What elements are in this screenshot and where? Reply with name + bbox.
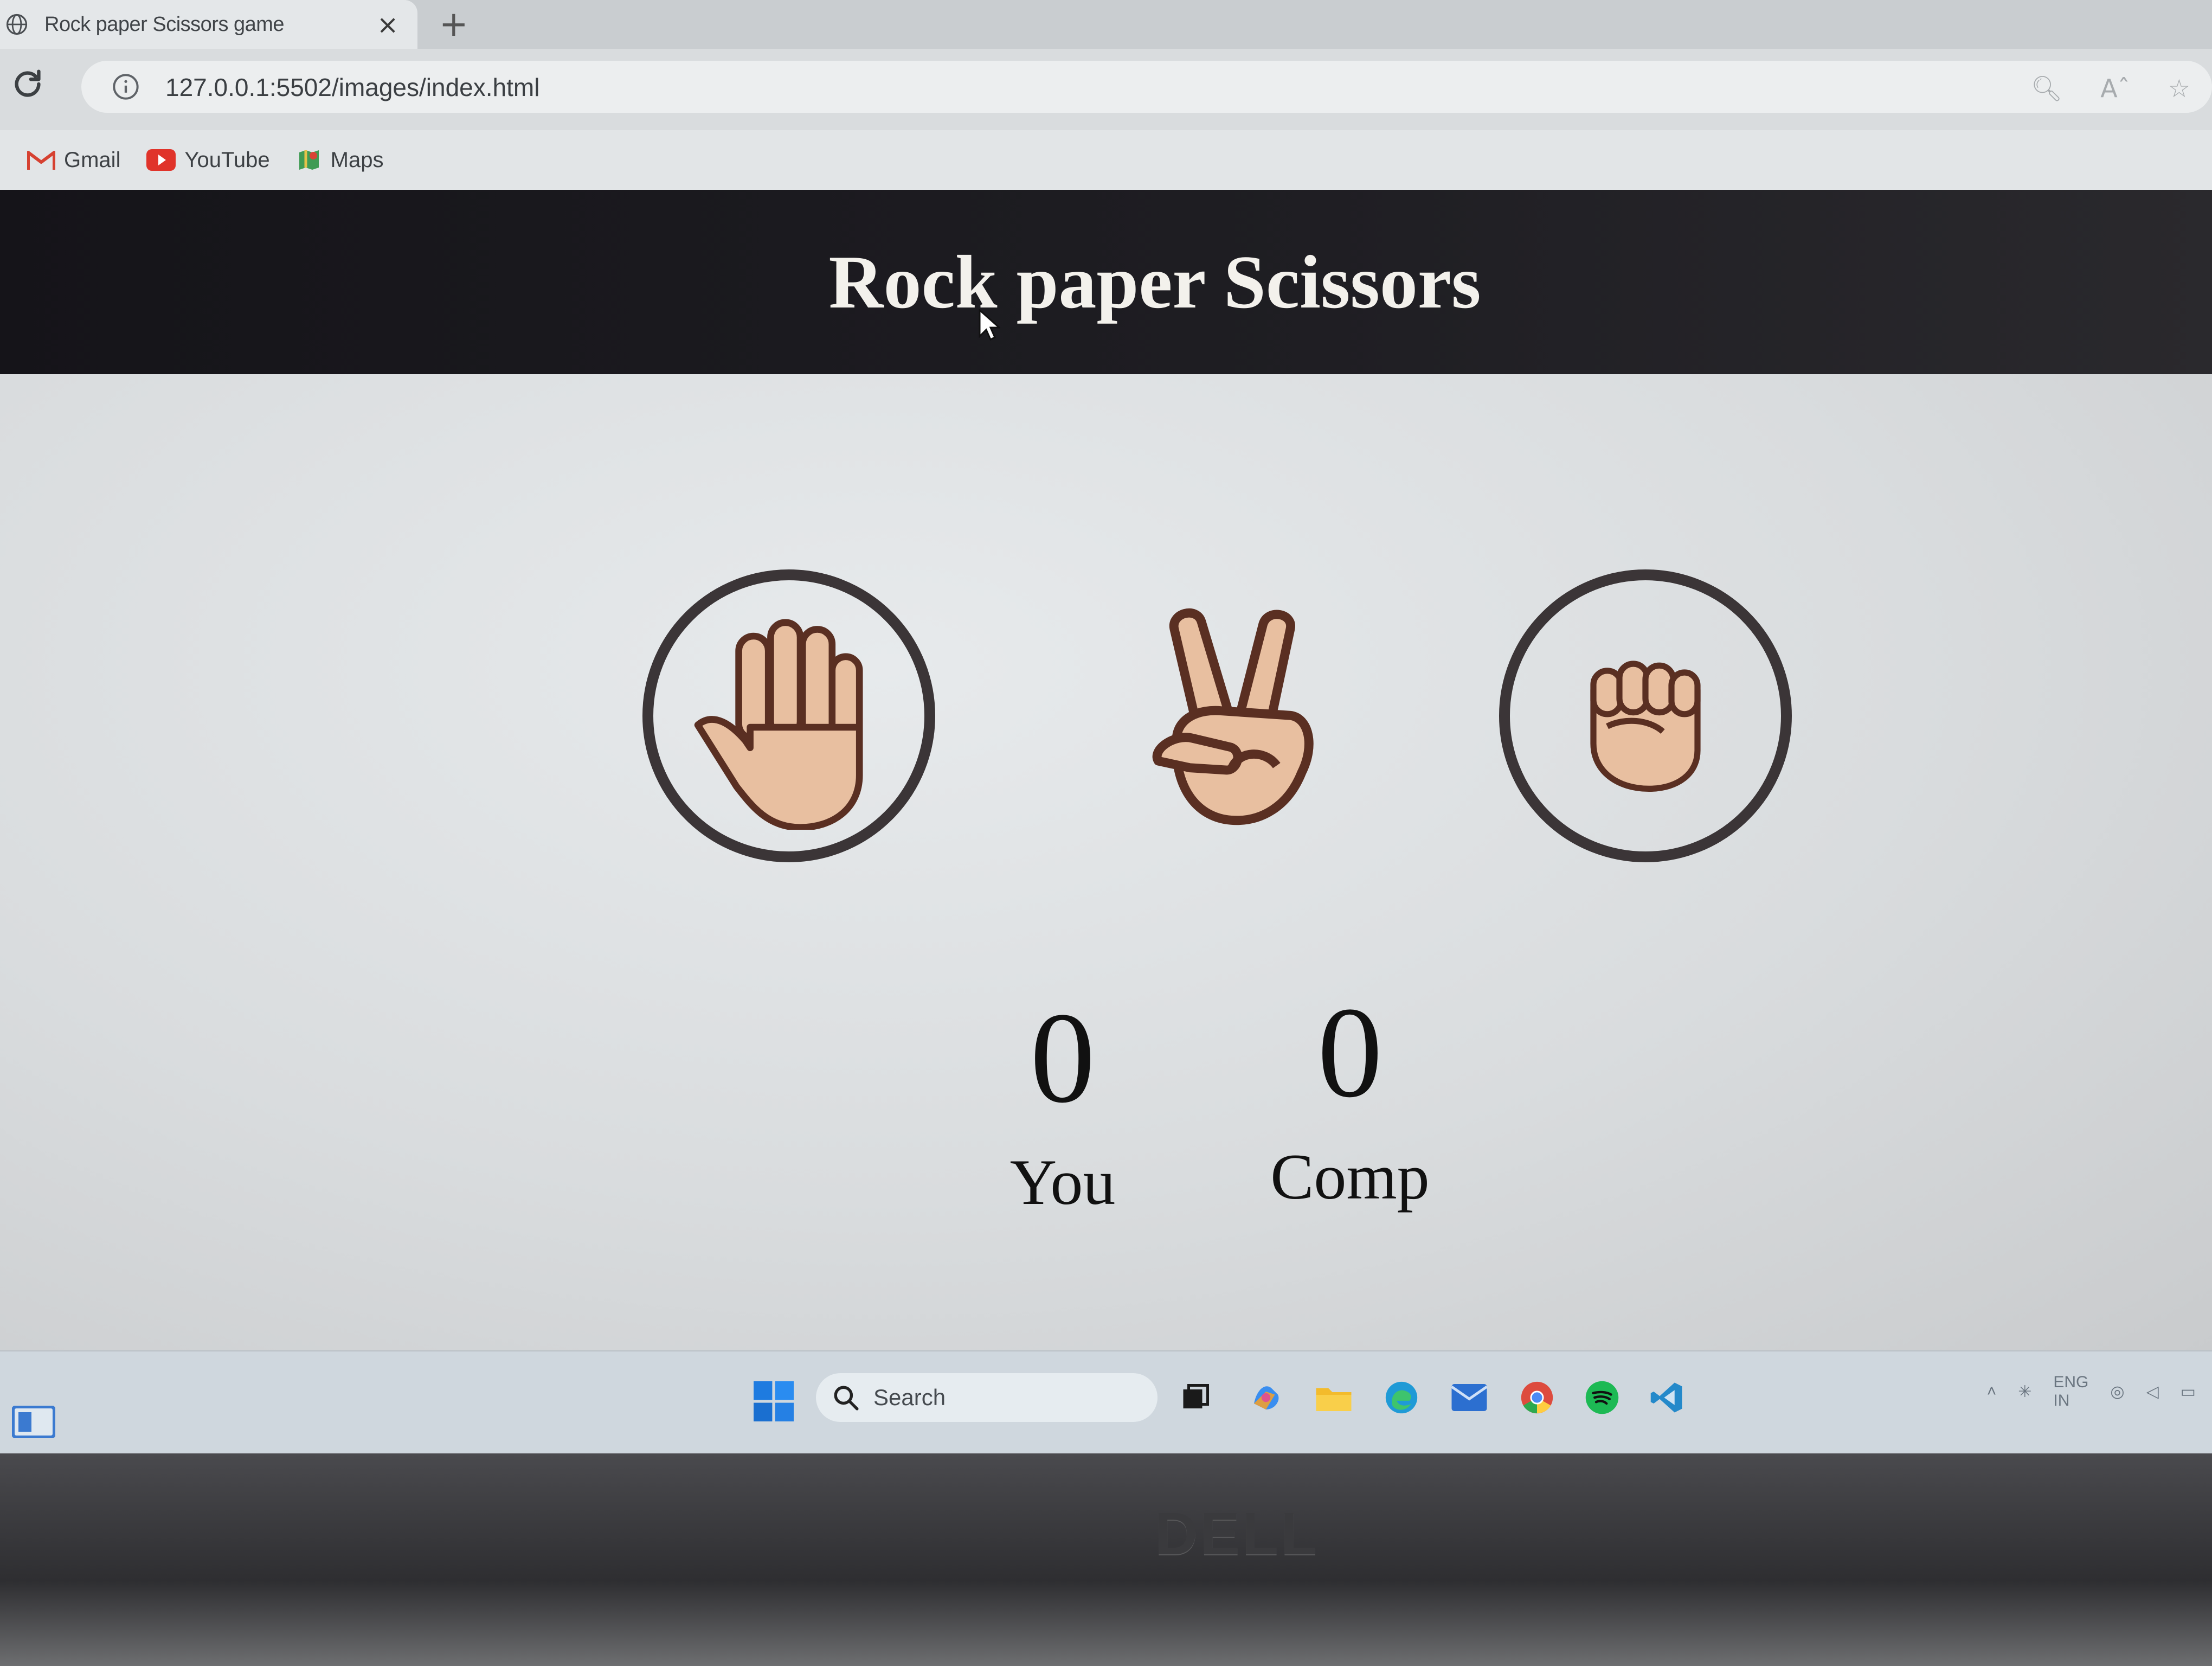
- mail-icon[interactable]: [1445, 1373, 1494, 1422]
- widgets-icon[interactable]: [12, 1406, 55, 1438]
- browser-tabstrip: Rock paper Scissors game × +: [0, 0, 2212, 49]
- comp-score-label: Comp: [1270, 1140, 1430, 1213]
- user-score-label: You: [1009, 1146, 1116, 1218]
- language-indicator[interactable]: ENG IN: [2053, 1373, 2088, 1410]
- address-bar-actions: 🔍︎ Aˆ ☆: [2031, 74, 2190, 104]
- search-label: Search: [873, 1385, 946, 1410]
- comp-score-box: 0 Comp: [1263, 987, 1437, 1215]
- windows-start-icon[interactable]: [754, 1381, 794, 1421]
- bookmark-label: Gmail: [64, 148, 121, 172]
- maps-icon: [299, 150, 319, 170]
- tab-title: Rock paper Scissors game: [44, 12, 285, 36]
- system-tray: ˄ ✳︎ ENG IN ◎ ◁ ▭: [1987, 1373, 2196, 1410]
- network-icon[interactable]: ◎: [2110, 1382, 2124, 1401]
- raised-fist-icon: [1590, 661, 1701, 792]
- file-explorer-icon[interactable]: [1309, 1373, 1358, 1422]
- taskbar-search[interactable]: Search: [816, 1373, 1158, 1422]
- bookmark-label: Maps: [330, 148, 384, 172]
- url-text[interactable]: 127.0.0.1:5502/images/index.html: [165, 73, 539, 102]
- screen: Rock paper Scissors game × + 127.0.0.1:5…: [0, 0, 2212, 1453]
- bookmark-maps[interactable]: Maps: [296, 147, 384, 173]
- laptop-brand-logo: DELL: [1155, 1501, 1320, 1567]
- bookmark-youtube[interactable]: YouTube: [146, 148, 270, 172]
- favorite-star-icon[interactable]: ☆: [2168, 74, 2190, 104]
- youtube-icon: [146, 149, 176, 171]
- user-score: 0: [1030, 985, 1095, 1130]
- close-tab-icon[interactable]: ×: [377, 10, 398, 40]
- reload-icon[interactable]: [9, 65, 47, 103]
- zoom-icon[interactable]: 🔍︎: [2031, 74, 2062, 104]
- choice-rock-button[interactable]: [1499, 569, 1792, 862]
- info-icon[interactable]: [112, 73, 140, 101]
- chrome-icon[interactable]: [1513, 1373, 1561, 1422]
- game-area: 0 You 0 Comp: [0, 374, 2212, 1350]
- copilot-icon[interactable]: [1242, 1373, 1290, 1422]
- new-tab-button[interactable]: +: [439, 4, 468, 44]
- show-hidden-icons[interactable]: ˄: [1987, 1382, 1997, 1401]
- comp-score: 0: [1317, 980, 1382, 1124]
- victory-hand-icon: [1152, 608, 1314, 825]
- bookmarks-bar: Gmail YouTube Maps: [0, 130, 2212, 190]
- address-bar-row: 127.0.0.1:5502/images/index.html 🔍︎ Aˆ ☆: [0, 49, 2212, 130]
- browser-tab[interactable]: Rock paper Scissors game ×: [0, 0, 417, 49]
- choice-paper-button[interactable]: [642, 569, 935, 862]
- page-title: Rock paper Scissors: [828, 240, 1481, 324]
- taskbar: Search ˄ ✳︎ ENG IN ◎ ◁ ▭: [0, 1350, 2212, 1453]
- search-icon: [834, 1386, 859, 1411]
- choice-scissors-button[interactable]: [1087, 567, 1380, 860]
- spotify-icon[interactable]: [1578, 1373, 1626, 1422]
- globe-icon: [6, 14, 28, 35]
- mouse-cursor-icon: [979, 309, 1000, 341]
- address-bar[interactable]: 127.0.0.1:5502/images/index.html 🔍︎ Aˆ ☆: [81, 61, 2212, 113]
- laptop-bezel: DELL: [0, 1453, 2212, 1666]
- volume-icon[interactable]: ◁: [2146, 1382, 2159, 1401]
- page-header: Rock paper Scissors: [0, 190, 2212, 374]
- gmail-icon: [27, 151, 55, 170]
- read-aloud-icon[interactable]: Aˆ: [2100, 74, 2130, 104]
- bookmark-label: YouTube: [184, 148, 270, 172]
- user-score-box: 0 You: [1008, 992, 1117, 1220]
- bluetooth-icon[interactable]: ✳︎: [2018, 1382, 2031, 1401]
- raised-hand-icon: [694, 619, 863, 830]
- task-view-icon[interactable]: [1171, 1373, 1220, 1422]
- vscode-icon[interactable]: [1643, 1373, 1692, 1422]
- battery-icon[interactable]: ▭: [2181, 1382, 2196, 1401]
- bookmark-gmail[interactable]: Gmail: [27, 148, 120, 172]
- edge-browser-icon[interactable]: [1377, 1373, 1426, 1422]
